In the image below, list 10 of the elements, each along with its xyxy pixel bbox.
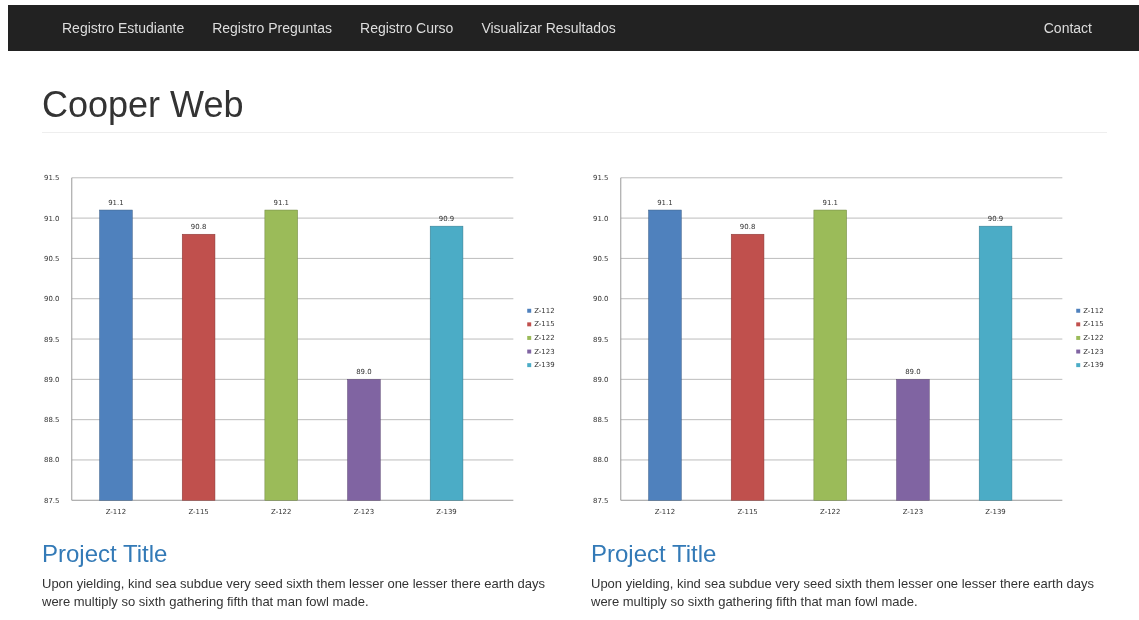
project-title: Project Title [42,539,169,569]
project-description: Upon yielding, kind sea subdue very seed sixth them lesser one lesser there earth days were multiply so sixth gathering fifth that man fowl made. [42,575,546,612]
nav-link[interactable]: Registro Estudiante [48,5,199,51]
project-title: Project Title [591,539,718,569]
project-description: Upon yielding, kind sea subdue very seed sixth them lesser one lesser there earth days were multiply so sixth gathering fifth that man fowl made. [591,575,1095,612]
nav-link[interactable]: Registro Preguntas [198,5,347,51]
page-title: Cooper Web [42,85,1107,133]
nav-link[interactable]: Visualizar Resultados [467,5,630,51]
nav-link[interactable]: Registro Curso [346,5,468,51]
nav-link[interactable]: Contact [1029,5,1106,51]
